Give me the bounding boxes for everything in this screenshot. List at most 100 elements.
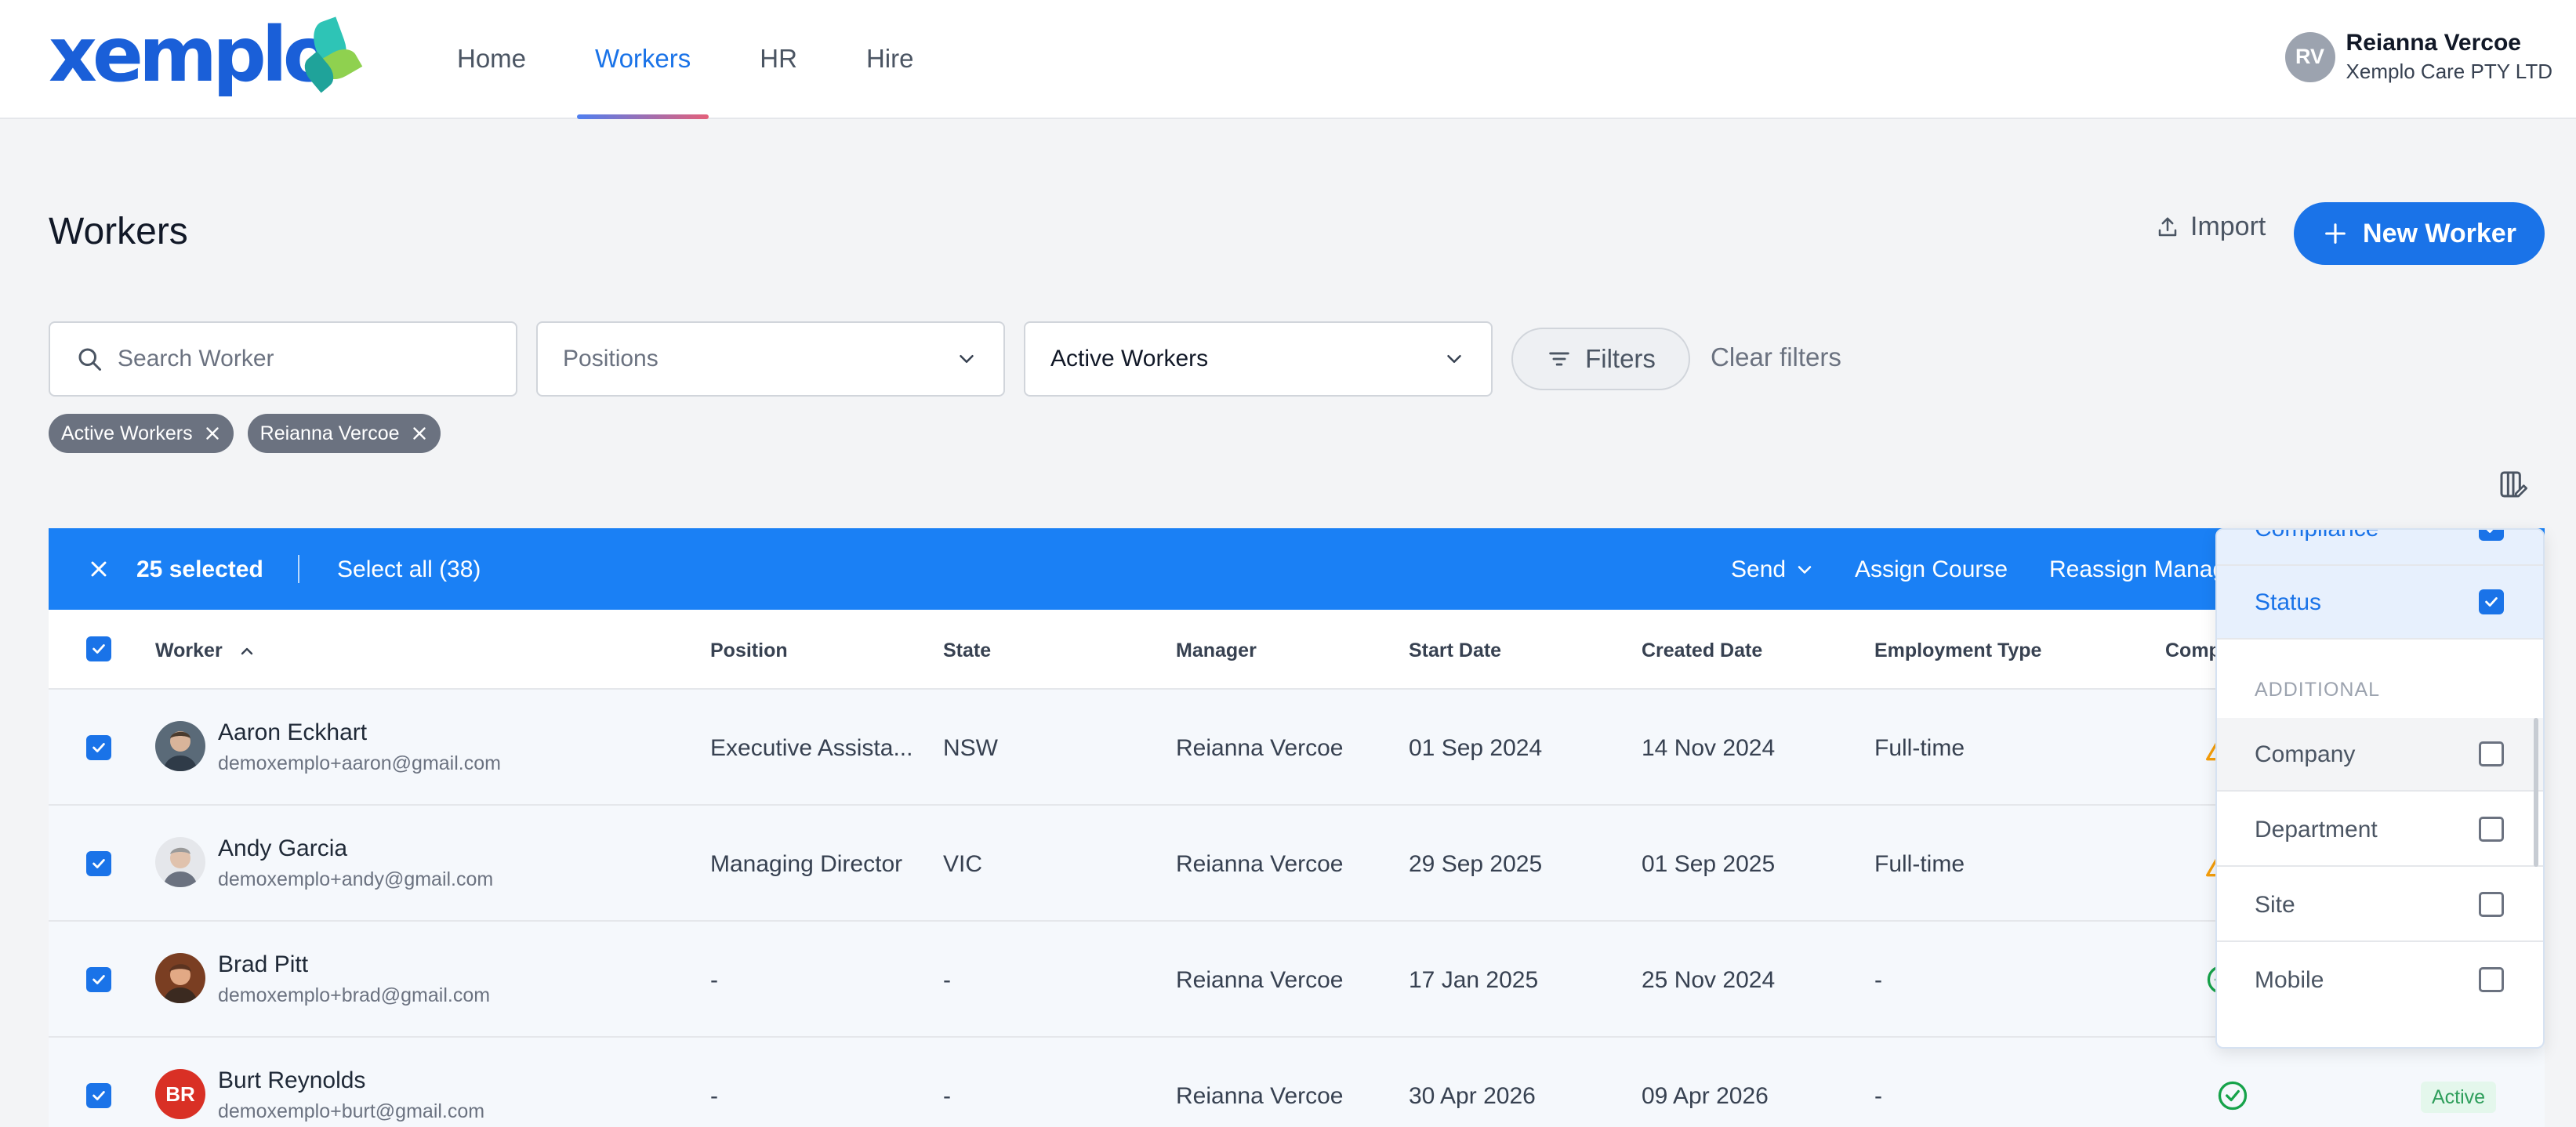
select-all-button[interactable]: Select all (38): [337, 556, 481, 583]
column-option-label: Mobile: [2255, 967, 2324, 993]
table-row[interactable]: Andy Garcia demoxemplo+andy@gmail.com Ma…: [49, 806, 2545, 922]
bulk-action-bar: 25 selected Select all (38) Send Assign …: [49, 528, 2545, 610]
column-option-mobile[interactable]: Mobile: [2217, 944, 2543, 1017]
filter-chip: Reianna Vercoe: [247, 414, 441, 453]
row-checkbox[interactable]: [86, 1083, 111, 1108]
column-header-worker[interactable]: Worker: [155, 640, 256, 662]
select-all-checkbox[interactable]: [86, 636, 111, 661]
column-checkbox[interactable]: [2479, 892, 2504, 917]
column-header-start-date[interactable]: Start Date: [1409, 640, 1501, 662]
xemplo-logo[interactable]: xemplo: [49, 11, 363, 99]
chip-label: Reianna Vercoe: [259, 422, 400, 444]
worker-state: VIC: [943, 851, 983, 877]
check-icon: [93, 859, 105, 868]
column-option-label: Status: [2255, 589, 2322, 615]
avatar: [155, 721, 205, 771]
worker-start-date: 17 Jan 2025: [1409, 967, 1539, 993]
row-checkbox[interactable]: [86, 735, 111, 760]
column-option-label: Compliance: [2255, 528, 2379, 542]
positions-select[interactable]: Positions: [536, 321, 1005, 397]
nav-label: HR: [760, 44, 797, 73]
column-option-site[interactable]: Site: [2217, 868, 2543, 942]
column-option-company[interactable]: Company: [2217, 718, 2543, 792]
column-header-employment-type[interactable]: Employment Type: [1874, 640, 2041, 662]
column-option-compliance[interactable]: Compliance: [2217, 528, 2543, 566]
worker-position: Executive Assista...: [710, 735, 913, 761]
worker-email: demoxemplo+aaron@gmail.com: [218, 752, 501, 774]
worker-created-date: 01 Sep 2025: [1642, 851, 1776, 877]
close-icon[interactable]: [409, 423, 430, 444]
avatar: RV: [2284, 31, 2335, 82]
column-checkbox[interactable]: [2479, 530, 2504, 541]
worker-created-date: 09 Apr 2026: [1642, 1083, 1769, 1109]
worker-position: -: [710, 1083, 718, 1109]
worker-name[interactable]: Brad Pitt: [218, 951, 308, 978]
worker-employment-type: Full-time: [1874, 851, 1965, 877]
column-checkbox[interactable]: [2479, 967, 2504, 992]
worker-created-date: 14 Nov 2024: [1642, 735, 1776, 761]
worker-position: -: [710, 967, 718, 993]
search-input[interactable]: Search Worker: [49, 321, 517, 397]
new-worker-button[interactable]: New Worker: [2294, 202, 2545, 265]
import-button[interactable]: Import: [2156, 212, 2266, 242]
chevron-down-icon: [1447, 355, 1461, 363]
table-row[interactable]: Brad Pitt demoxemplo+brad@gmail.com - - …: [49, 922, 2545, 1038]
close-icon[interactable]: [86, 556, 111, 582]
column-chooser-panel: Compliance Status ADDITIONAL Company Dep…: [2215, 528, 2545, 1049]
logo-text: xemplo: [49, 11, 335, 99]
column-header-position[interactable]: Position: [710, 640, 788, 662]
worker-status-select[interactable]: Active Workers: [1024, 321, 1493, 397]
plus-icon: [2325, 223, 2346, 244]
nav-hire[interactable]: Hire: [848, 0, 932, 118]
column-option-status[interactable]: Status: [2217, 566, 2543, 640]
divider: [298, 555, 299, 583]
worker-manager: Reianna Vercoe: [1176, 851, 1344, 877]
worker-name[interactable]: Andy Garcia: [218, 835, 347, 862]
send-button[interactable]: Send: [1731, 556, 1816, 583]
table-row[interactable]: BR Burt Reynolds demoxemplo+burt@gmail.c…: [49, 1038, 2545, 1127]
active-filter-chips: Active Workers Reianna Vercoe: [49, 414, 455, 453]
row-checkbox[interactable]: [86, 851, 111, 876]
nav-label: Hire: [865, 44, 914, 73]
filter-chip: Active Workers: [49, 414, 234, 453]
worker-name[interactable]: Burt Reynolds: [218, 1067, 365, 1094]
column-checkbox[interactable]: [2479, 817, 2504, 842]
column-option-department[interactable]: Department: [2217, 793, 2543, 867]
close-icon[interactable]: [202, 423, 223, 444]
top-navigation-bar: xemplo Home Workers HR Hire RV Reianna V…: [0, 0, 2576, 119]
column-header-created-date[interactable]: Created Date: [1642, 640, 1762, 662]
table-row[interactable]: Aaron Eckhart demoxemplo+aaron@gmail.com…: [49, 690, 2545, 806]
upload-icon: [2158, 217, 2177, 236]
check-icon: [93, 975, 105, 984]
worker-employment-type: Full-time: [1874, 735, 1965, 761]
import-label: Import: [2190, 212, 2266, 241]
edit-columns-icon[interactable]: [2498, 469, 2529, 504]
nav-workers[interactable]: Workers: [577, 0, 709, 119]
avatar: [155, 837, 205, 887]
check-icon: [2485, 597, 2498, 607]
clear-filters-link[interactable]: Clear filters: [1711, 342, 1841, 372]
user-menu[interactable]: RV Reianna Vercoe Xemplo Care PTY LTD: [2284, 30, 2552, 84]
worker-employment-type: -: [1874, 967, 1882, 993]
scrollbar[interactable]: [2534, 718, 2538, 867]
positions-placeholder: Positions: [563, 346, 659, 371]
search-icon: [78, 348, 101, 371]
column-checkbox[interactable]: [2479, 589, 2504, 614]
assign-course-button[interactable]: Assign Course: [1855, 556, 2008, 583]
row-checkbox[interactable]: [86, 967, 111, 992]
check-icon: [2486, 530, 2494, 533]
worker-manager: Reianna Vercoe: [1176, 735, 1344, 761]
status-badge: Active: [2421, 1082, 2497, 1113]
selected-count: 25 selected: [136, 556, 263, 582]
column-header-state[interactable]: State: [943, 640, 991, 662]
column-header-manager[interactable]: Manager: [1176, 640, 1257, 662]
nav-hr[interactable]: HR: [742, 0, 815, 118]
nav-label: Workers: [595, 44, 691, 73]
worker-email: demoxemplo+andy@gmail.com: [218, 868, 494, 890]
filters-button[interactable]: Filters: [1511, 328, 1690, 390]
worker-name[interactable]: Aaron Eckhart: [218, 719, 367, 746]
filter-icon: [1549, 352, 1569, 366]
check-icon: [93, 743, 105, 752]
column-checkbox[interactable]: [2479, 741, 2504, 766]
nav-home[interactable]: Home: [439, 0, 544, 118]
